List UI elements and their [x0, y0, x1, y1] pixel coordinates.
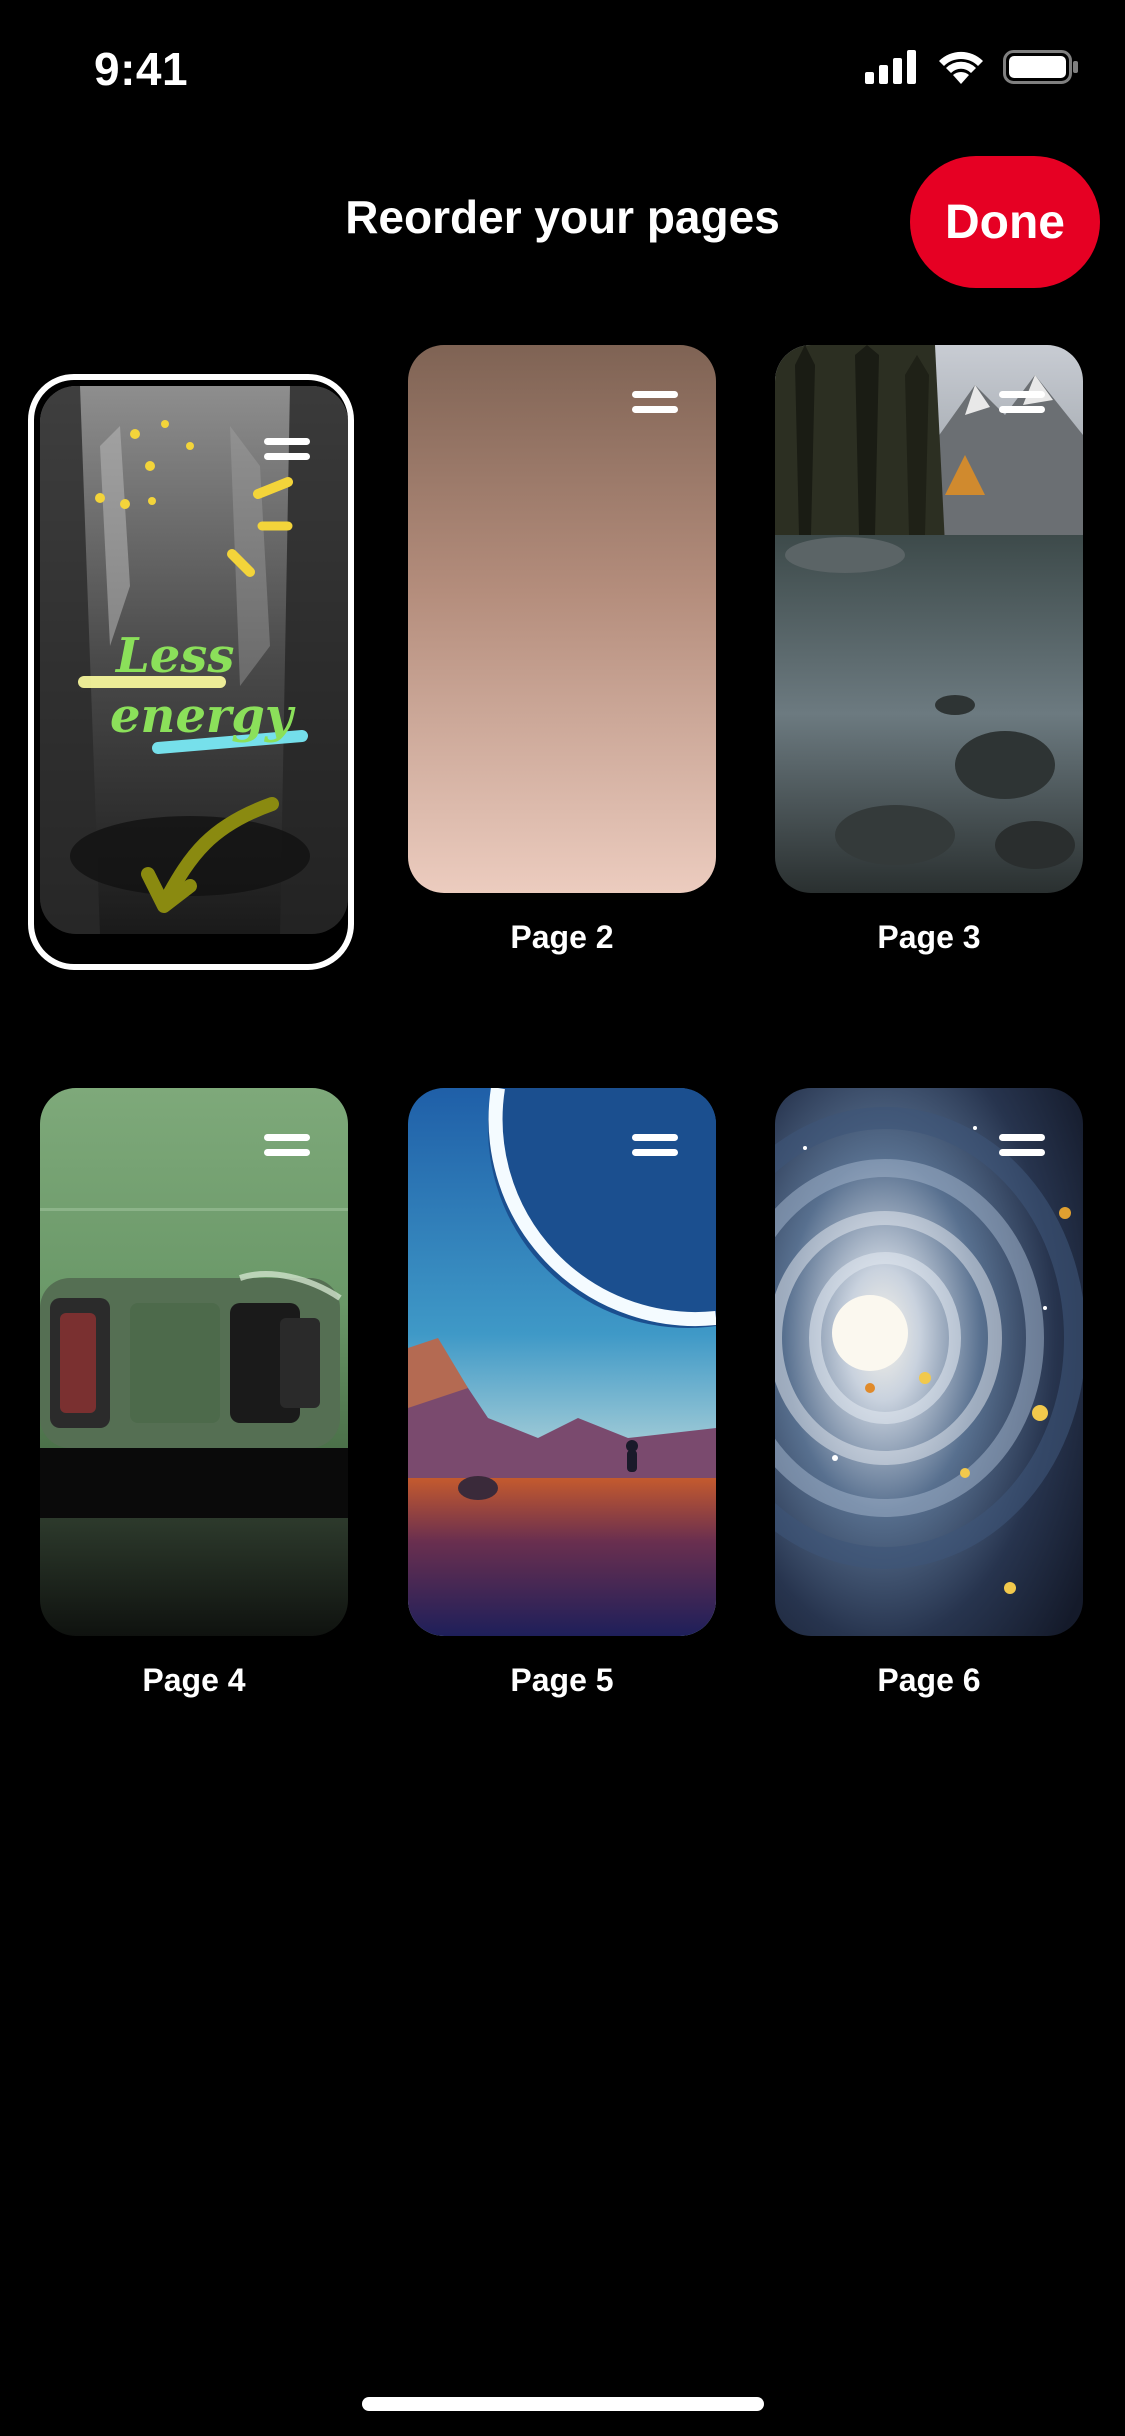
page-thumbnail[interactable]: [775, 1088, 1083, 1636]
page-label: Page 4: [142, 1662, 246, 1698]
overlay-text-line-1: Less: [114, 628, 234, 684]
page-label: Page 6: [877, 1662, 981, 1698]
page-card-5[interactable]: Page 5: [408, 1088, 716, 1699]
home-indicator[interactable]: [362, 2397, 764, 2411]
page-card-3[interactable]: Page 3: [775, 345, 1083, 956]
page-thumbnail[interactable]: Less energy: [40, 386, 348, 934]
overlay-text-line-2: energy: [110, 688, 296, 744]
page-card-4[interactable]: Page 4: [40, 1088, 348, 1699]
page-thumbnail[interactable]: [775, 345, 1083, 893]
done-button[interactable]: Done: [910, 156, 1100, 288]
page-card-2[interactable]: Page 2: [408, 345, 716, 956]
green-car-image: [40, 1088, 348, 1636]
drag-handle-icon[interactable]: [264, 1134, 310, 1160]
drag-handle-icon[interactable]: [999, 391, 1045, 417]
page-thumbnail[interactable]: [408, 345, 716, 893]
gradient-image: [408, 345, 716, 893]
drag-handle-icon[interactable]: [632, 1134, 678, 1160]
wifi-icon: [939, 51, 983, 84]
status-bar: 9:41: [0, 0, 1125, 140]
galaxy-swirl-image: [775, 1088, 1083, 1636]
status-time: 9:41: [94, 43, 189, 95]
space-landscape-image: [408, 1088, 716, 1636]
page-label: Page 5: [510, 1662, 614, 1698]
drag-handle-icon[interactable]: [632, 391, 678, 417]
page-thumbnail[interactable]: [40, 1088, 348, 1636]
page-label: Page 3: [877, 919, 981, 955]
forest-image: Less energy: [40, 386, 348, 934]
cellular-signal-icon: [865, 50, 916, 84]
status-icons: [865, 50, 1079, 84]
drag-handle-icon[interactable]: [264, 438, 310, 464]
page-card-1[interactable]: Less energy: [28, 374, 354, 970]
page-thumbnail[interactable]: [408, 1088, 716, 1636]
page-card-6[interactable]: Page 6: [775, 1088, 1083, 1699]
drag-handle-icon[interactable]: [999, 1134, 1045, 1160]
battery-icon: [1003, 50, 1078, 84]
mountain-lake-image: [775, 345, 1083, 893]
page-label: Page 2: [510, 919, 614, 955]
